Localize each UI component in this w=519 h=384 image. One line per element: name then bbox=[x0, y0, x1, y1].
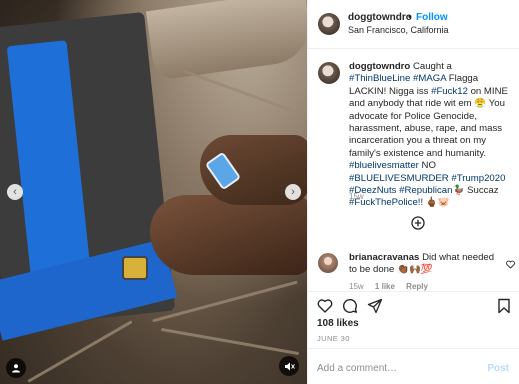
bookmark-icon[interactable] bbox=[497, 298, 511, 314]
twig bbox=[160, 327, 300, 356]
post-photo[interactable]: ‹ › bbox=[0, 0, 307, 384]
likes-count[interactable]: 108 likes bbox=[317, 318, 359, 329]
divider bbox=[307, 291, 519, 292]
location-link[interactable]: San Francisco, California bbox=[348, 25, 449, 35]
hashtag-link[interactable]: #MAGA bbox=[413, 73, 446, 84]
hand bbox=[150, 195, 307, 275]
caption-fragment: 🦆 Succaz bbox=[452, 185, 499, 197]
share-icon[interactable] bbox=[367, 298, 383, 314]
add-comment-input[interactable]: Add a comment… bbox=[317, 363, 397, 374]
separator-dot: • bbox=[408, 12, 412, 23]
hashtag-link[interactable]: #Trump2020 bbox=[451, 173, 505, 184]
hashtag-link[interactable]: #Republican bbox=[399, 185, 452, 196]
caption-fragment: Caught a bbox=[412, 61, 452, 72]
caption-fragment: NO bbox=[418, 160, 436, 172]
comment-username[interactable]: brianacravanas bbox=[349, 252, 419, 263]
caption-text: Caught a #ThinBlueLine #MAGA Flagga LACK… bbox=[349, 61, 508, 208]
comment: brianacravanas Did what needed to be don… bbox=[349, 252, 499, 277]
post-comment-button[interactable]: Post bbox=[487, 363, 509, 374]
caption-fragment: 🖕🏾🐷 bbox=[423, 197, 450, 209]
avatar[interactable] bbox=[318, 13, 340, 35]
hashtag-link[interactable]: #bluelivesmatter bbox=[349, 160, 419, 171]
comment-icon[interactable] bbox=[342, 298, 358, 314]
add-comments-icon[interactable] bbox=[411, 216, 425, 230]
profile-tag-icon[interactable] bbox=[6, 358, 26, 378]
like-heart-icon[interactable] bbox=[317, 298, 333, 314]
caption-username[interactable]: doggtowndro bbox=[349, 61, 410, 72]
caption-age[interactable]: 15w bbox=[349, 192, 364, 201]
caption-avatar[interactable] bbox=[318, 62, 340, 84]
comment-age[interactable]: 15w bbox=[349, 282, 364, 291]
header-username[interactable]: doggtowndro bbox=[348, 12, 412, 23]
carousel-next-icon[interactable]: › bbox=[285, 184, 301, 200]
hashtag-link[interactable]: #Fuck12 bbox=[431, 86, 468, 97]
heart-icon[interactable] bbox=[506, 256, 515, 269]
sound-icon[interactable] bbox=[279, 356, 299, 376]
hashtag-link[interactable]: #BLUELIVESMURDER bbox=[349, 173, 449, 184]
carousel-prev-icon[interactable]: ‹ bbox=[7, 184, 23, 200]
comment-reply-button[interactable]: Reply bbox=[406, 282, 428, 291]
follow-button[interactable]: Follow bbox=[416, 12, 448, 23]
twig bbox=[183, 69, 297, 114]
commenter-avatar[interactable] bbox=[318, 253, 338, 273]
hashtag-link[interactable]: #ThinBlueLine bbox=[349, 73, 410, 84]
instagram-post-view: ‹ › doggtowndro • Follow San Francisco, … bbox=[0, 0, 519, 384]
caption: doggtowndro Caught a #ThinBlueLine #MAGA… bbox=[349, 61, 514, 210]
tree-log bbox=[145, 0, 307, 81]
vial bbox=[122, 256, 148, 280]
backpack bbox=[0, 11, 178, 341]
add-comment-bar: Add a comment… Post bbox=[307, 348, 519, 384]
post-date[interactable]: JUNE 30 bbox=[317, 334, 350, 343]
comment-meta: 15w 1 like Reply bbox=[349, 282, 428, 291]
comment-likes[interactable]: 1 like bbox=[375, 282, 395, 291]
